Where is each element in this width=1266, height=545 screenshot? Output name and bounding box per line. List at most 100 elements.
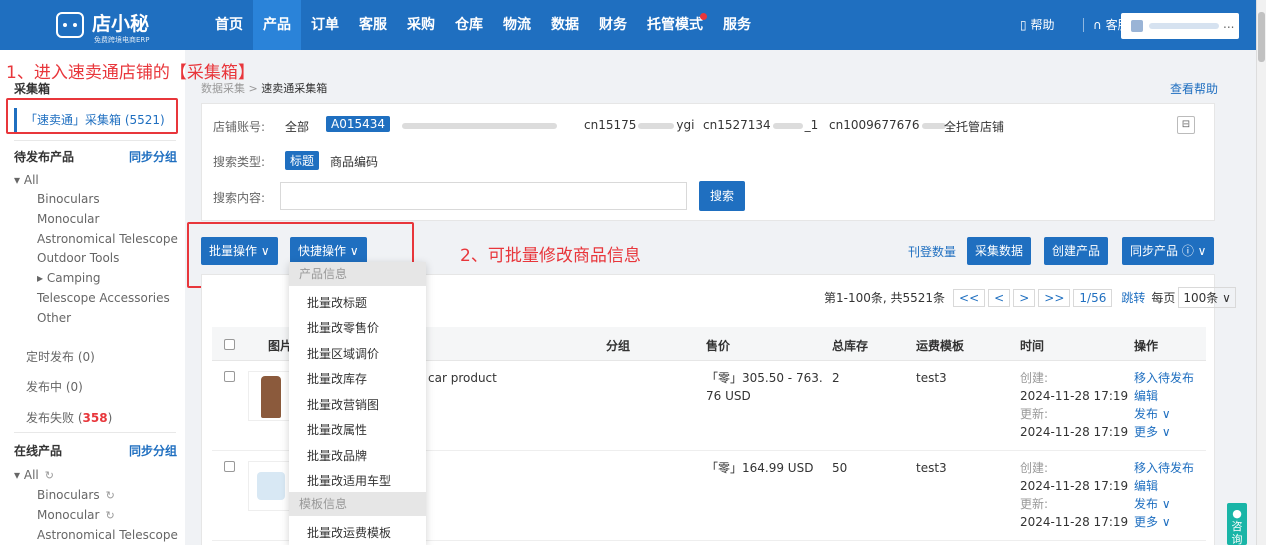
tree-label: Camping <box>46 271 101 285</box>
pager-last-button[interactable]: >> <box>1038 288 1071 307</box>
shop-option-selected[interactable]: A015434 <box>326 116 391 132</box>
user-menu[interactable]: ... <box>1121 13 1239 39</box>
publish-link[interactable]: 发布 ∨ <box>1134 405 1171 423</box>
page-scrollbar[interactable] <box>1256 0 1266 545</box>
sidebar-item-failed[interactable]: 发布失败 (358) <box>26 409 112 426</box>
tree-label: Monocular <box>37 508 100 522</box>
refresh-icon[interactable]: ↻ <box>45 469 54 482</box>
type-option-title[interactable]: 标题 <box>285 151 320 170</box>
menu-item-batch-retail[interactable]: 批量改零售价 <box>307 319 379 336</box>
tree-item-accessories[interactable]: Telescope Accessories <box>37 291 170 305</box>
nav-services[interactable]: 服务 <box>713 0 761 50</box>
template-value: test3 <box>916 461 947 475</box>
more-link[interactable]: 更多 ∨ <box>1134 513 1171 531</box>
row-checkbox[interactable] <box>224 461 235 472</box>
listing-count-link[interactable]: 刊登数量 <box>908 243 956 260</box>
refresh-icon[interactable]: ↻ <box>106 489 115 502</box>
pager-prev-button[interactable]: < <box>988 288 1011 307</box>
edit-link[interactable]: 编辑 <box>1134 387 1158 405</box>
breadcrumb-parent[interactable]: 数据采集 <box>201 82 245 95</box>
pending-sync-link[interactable]: 同步分组 <box>129 148 177 165</box>
sync-product-button[interactable]: 同步产品 ⓘ ∨ <box>1122 237 1215 265</box>
sidebar-item-publishing[interactable]: 发布中 (0) <box>26 378 83 395</box>
menu-item-batch-region[interactable]: 批量区域调价 <box>307 345 379 362</box>
tree-item-other[interactable]: Other <box>37 311 71 325</box>
online-sync-link[interactable]: 同步分组 <box>129 442 177 459</box>
online-tree-all[interactable]: ▾ All ↻ <box>14 468 54 482</box>
edit-link[interactable]: 编辑 <box>1134 477 1158 495</box>
product-thumbnail[interactable] <box>248 371 292 421</box>
nav-warehouse[interactable]: 仓库 <box>445 0 493 50</box>
quick-op-dropdown: 产品信息 批量改标题 批量改零售价 批量区域调价 批量改库存 批量改营销图 批量… <box>289 262 426 545</box>
consult-label: 咨询 <box>1231 520 1243 545</box>
refresh-icon[interactable]: ↻ <box>105 509 114 522</box>
tree-item-monocular[interactable]: Monocular <box>37 212 99 226</box>
book-icon: ▯ <box>1020 18 1027 32</box>
select-all-checkbox[interactable] <box>224 339 235 350</box>
menu-item-batch-stock[interactable]: 批量改库存 <box>307 370 367 387</box>
online-tree-binoculars[interactable]: Binoculars ↻ <box>37 488 115 502</box>
nav-finance[interactable]: 财务 <box>589 0 637 50</box>
sidebar-item-scheduled[interactable]: 定时发布 (0) <box>26 348 95 365</box>
shop-option-4[interactable]: cn1009677676 <box>829 118 946 132</box>
move-to-pending-link[interactable]: 移入待发布 <box>1134 459 1194 477</box>
pager-jump-link[interactable]: 跳转 <box>1121 289 1145 306</box>
online-tree-monocular[interactable]: Monocular ↻ <box>37 508 115 522</box>
menu-item-batch-marketing[interactable]: 批量改营销图 <box>307 396 379 413</box>
collect-data-button[interactable]: 采集数据 <box>967 237 1032 265</box>
price-line1: 「零」305.50 - 763. <box>706 371 823 385</box>
menu-item-batch-attr[interactable]: 批量改属性 <box>307 421 367 438</box>
move-to-pending-link[interactable]: 移入待发布 <box>1134 369 1194 387</box>
pager-page-input[interactable]: 1/56 <box>1073 288 1113 307</box>
nav-data[interactable]: 数据 <box>541 0 589 50</box>
help-link[interactable]: ▯ 帮助 <box>1020 16 1054 33</box>
tree-item-outdoor[interactable]: Outdoor Tools <box>37 251 119 265</box>
search-input[interactable] <box>280 182 687 210</box>
menu-item-batch-vehicle[interactable]: 批量改适用车型 <box>307 472 391 489</box>
created-label: 创建: <box>1020 461 1049 475</box>
nav-product[interactable]: 产品 <box>253 0 301 50</box>
logo[interactable]: 店小秘 免费跨境电商ERP <box>48 8 168 44</box>
scrollbar-thumb[interactable] <box>1258 12 1265 62</box>
caret-down-icon: ▾ <box>14 468 21 482</box>
create-product-button[interactable]: 创建产品 <box>1044 237 1109 265</box>
tree-item-camping[interactable]: ▸ Camping <box>37 271 100 285</box>
menu-item-batch-title[interactable]: 批量改标题 <box>307 294 367 311</box>
search-button[interactable]: 搜索 <box>699 181 745 211</box>
nav-managed[interactable]: 托管模式 <box>637 0 713 50</box>
collapse-filter-icon[interactable]: ⊟ <box>1177 116 1195 134</box>
product-title[interactable]: car product <box>428 369 497 387</box>
shop-option-3[interactable]: cn1527134 _1 <box>703 118 818 132</box>
tree-item-binoculars[interactable]: Binoculars <box>37 192 100 206</box>
pager-first-button[interactable]: << <box>953 288 986 307</box>
shop-option-managed[interactable]: 全托管店铺 <box>944 118 1004 135</box>
price-line2: 76 USD <box>706 389 751 403</box>
type-option-code[interactable]: 商品编码 <box>330 153 378 170</box>
consult-button[interactable]: ● 咨询 <box>1227 503 1247 545</box>
shop-option-all[interactable]: 全部 <box>285 118 309 135</box>
view-help-link[interactable]: 查看帮助 <box>1170 80 1218 97</box>
pager-per-select[interactable]: 100条 ∨ <box>1178 287 1236 308</box>
online-tree-astronomical[interactable]: Astronomical Telescope <box>37 528 178 542</box>
row-checkbox[interactable] <box>224 371 235 382</box>
product-thumbnail[interactable] <box>248 461 292 511</box>
sidebar-item-aliexpress-collect[interactable]: 「速卖通」采集箱 (5521) <box>14 108 176 132</box>
tree-item-astronomical[interactable]: Astronomical Telescope <box>37 232 178 246</box>
more-link[interactable]: 更多 ∨ <box>1134 423 1171 441</box>
pager-next-button[interactable]: > <box>1013 288 1036 307</box>
headset-icon: ∩ <box>1093 18 1102 32</box>
created-label: 创建: <box>1020 371 1049 385</box>
menu-item-batch-shipping[interactable]: 批量改运费模板 <box>307 524 391 541</box>
publish-link[interactable]: 发布 ∨ <box>1134 495 1171 513</box>
nav-order[interactable]: 订单 <box>301 0 349 50</box>
shop-4-blur <box>921 123 946 129</box>
nav-service[interactable]: 客服 <box>349 0 397 50</box>
nav-logistics[interactable]: 物流 <box>493 0 541 50</box>
tree-item-all[interactable]: ▾ All <box>14 173 39 187</box>
logo-sub: 免费跨境电商ERP <box>94 36 150 44</box>
shop-option-2[interactable]: cn15175 ygi <box>584 118 694 132</box>
th-template: 运费模板 <box>916 339 965 353</box>
menu-item-batch-brand[interactable]: 批量改品牌 <box>307 447 367 464</box>
nav-purchase[interactable]: 采购 <box>397 0 445 50</box>
nav-home[interactable]: 首页 <box>205 0 253 50</box>
